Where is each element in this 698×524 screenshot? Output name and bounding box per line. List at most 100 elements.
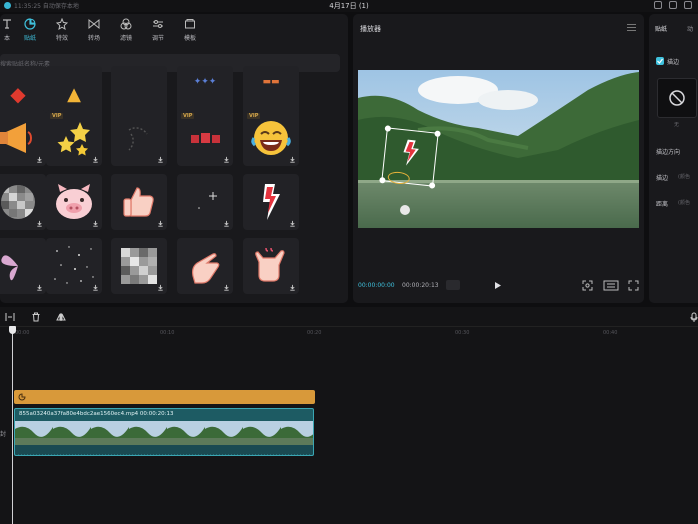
check-icon: [657, 58, 663, 64]
window-minimize-button[interactable]: [654, 1, 662, 9]
video-preview[interactable]: [358, 70, 639, 228]
download-icon[interactable]: [157, 156, 164, 163]
sticker-item[interactable]: [177, 238, 233, 294]
tab-sticker-props[interactable]: 贴纸: [655, 24, 667, 33]
sticker-item[interactable]: [46, 174, 102, 230]
clip-thumbnail: [53, 421, 91, 445]
tab-effects[interactable]: 特效: [46, 14, 78, 46]
tab-templates-label: 模板: [183, 35, 196, 42]
stroke-checkbox[interactable]: [656, 57, 664, 65]
sticker-item[interactable]: VIP: [46, 110, 102, 166]
text-icon: [1, 18, 13, 30]
tab-filters-label: 滤镜: [119, 35, 132, 42]
video-clip-label: 855a03240a37fa80e4bdc2ae1560ec4.mp4 00:0…: [19, 411, 174, 417]
template-icon: [184, 18, 196, 30]
download-icon[interactable]: [157, 220, 164, 227]
clip-thumbnail: [167, 421, 205, 445]
microphone-icon[interactable]: [690, 312, 698, 322]
download-icon[interactable]: [223, 284, 230, 291]
delete-icon[interactable]: [31, 312, 41, 322]
clip-thumbnail: [205, 421, 243, 445]
mirror-icon[interactable]: [56, 312, 66, 322]
sticker-item[interactable]: [243, 238, 299, 294]
down-arrow-icon: [403, 139, 419, 166]
stroke-style-none[interactable]: [657, 78, 697, 118]
player-controls: 00:00:00:00 00:00:20:13: [353, 276, 644, 296]
download-icon[interactable]: [36, 220, 43, 227]
filter-icon: [120, 18, 132, 30]
adjust-icon: [152, 18, 164, 30]
sticker-item[interactable]: [111, 238, 167, 294]
title-bar: 11:35:25 自动保存本地 4月17日 (1): [0, 0, 698, 12]
tab-transitions[interactable]: 转场: [78, 14, 110, 46]
none-icon: [669, 90, 685, 106]
window-close-button[interactable]: [684, 1, 692, 9]
time-ruler[interactable]: 00:00 00:10 00:20 00:30 00:40: [0, 327, 698, 341]
distance-value[interactable]: (颜色: [678, 199, 690, 206]
aspect-ratio-icon[interactable]: [603, 280, 619, 291]
download-icon[interactable]: [36, 284, 43, 291]
tab-transitions-label: 转场: [87, 35, 100, 42]
sticker-item[interactable]: [111, 174, 167, 230]
tab-text-label: 本: [3, 35, 10, 42]
download-icon[interactable]: [92, 220, 99, 227]
download-icon[interactable]: [289, 220, 296, 227]
tab-adjust[interactable]: 调节: [142, 14, 174, 46]
transition-icon: [88, 18, 100, 30]
tab-stickers-label: 贴纸: [23, 35, 36, 42]
download-icon[interactable]: [157, 284, 164, 291]
rotate-handle-icon[interactable]: [400, 205, 410, 215]
clip-thumbnail: [91, 421, 129, 445]
tab-templates[interactable]: 模板: [174, 14, 206, 46]
effects-icon: [56, 18, 68, 30]
window-maximize-button[interactable]: [669, 1, 677, 9]
tab-stickers[interactable]: 贴纸: [14, 14, 46, 46]
sticker-item[interactable]: [46, 238, 102, 294]
download-icon[interactable]: [92, 284, 99, 291]
ruler-label: 00:20: [307, 330, 322, 336]
window-controls: [654, 1, 692, 9]
player-title: 播放器: [360, 25, 381, 33]
video-clip[interactable]: 855a03240a37fa80e4bdc2ae1560ec4.mp4 00:0…: [14, 408, 314, 456]
tab-adjust-label: 调节: [151, 35, 164, 42]
tab-filters[interactable]: 滤镜: [110, 14, 142, 46]
sticker-item[interactable]: [243, 174, 299, 230]
sticker-clip[interactable]: [14, 390, 315, 404]
sticker-item[interactable]: [111, 110, 167, 166]
timeline-playhead[interactable]: [9, 326, 16, 524]
sticker-item[interactable]: VIP: [243, 110, 299, 166]
timecode-format-toggle[interactable]: [446, 280, 460, 290]
fullscreen-icon[interactable]: [628, 280, 639, 291]
clip-thumbnail: [129, 421, 167, 445]
download-icon[interactable]: [36, 156, 43, 163]
ruler-label: 00:30: [455, 330, 470, 336]
cover-label[interactable]: 封: [0, 429, 6, 438]
sticker-item[interactable]: VIP: [177, 110, 233, 166]
clip-thumbnail: [243, 421, 281, 445]
download-icon[interactable]: [223, 220, 230, 227]
resize-handle[interactable]: [384, 125, 392, 132]
sticker-item[interactable]: [177, 174, 233, 230]
stroke-color-value[interactable]: (颜色: [678, 173, 690, 180]
fit-screen-icon[interactable]: [582, 280, 593, 291]
sticker-transform-box[interactable]: [379, 125, 441, 189]
sticker-clip-icon: [18, 393, 26, 401]
sticker-item[interactable]: [0, 174, 46, 230]
ruler-label: 00:10: [160, 330, 175, 336]
materials-tabs: 本 贴纸 特效 转场 滤镜 调节 模板: [0, 14, 348, 46]
tab-text[interactable]: 本: [0, 14, 14, 46]
split-icon[interactable]: [5, 312, 15, 322]
sticker-item[interactable]: [0, 110, 46, 166]
download-icon[interactable]: [289, 156, 296, 163]
distance-label: 距离: [656, 201, 669, 208]
download-icon[interactable]: [92, 156, 99, 163]
download-icon[interactable]: [223, 156, 230, 163]
text-sticker-icon: ▬▬: [262, 77, 280, 87]
sticker-item[interactable]: [0, 238, 46, 294]
audio-waveform: [15, 445, 313, 455]
video-clip-thumbnails: [15, 421, 313, 445]
tab-animation[interactable]: 动: [687, 24, 693, 33]
download-icon[interactable]: [289, 284, 296, 291]
player-menu-icon[interactable]: [627, 24, 636, 31]
play-icon[interactable]: [494, 281, 502, 290]
